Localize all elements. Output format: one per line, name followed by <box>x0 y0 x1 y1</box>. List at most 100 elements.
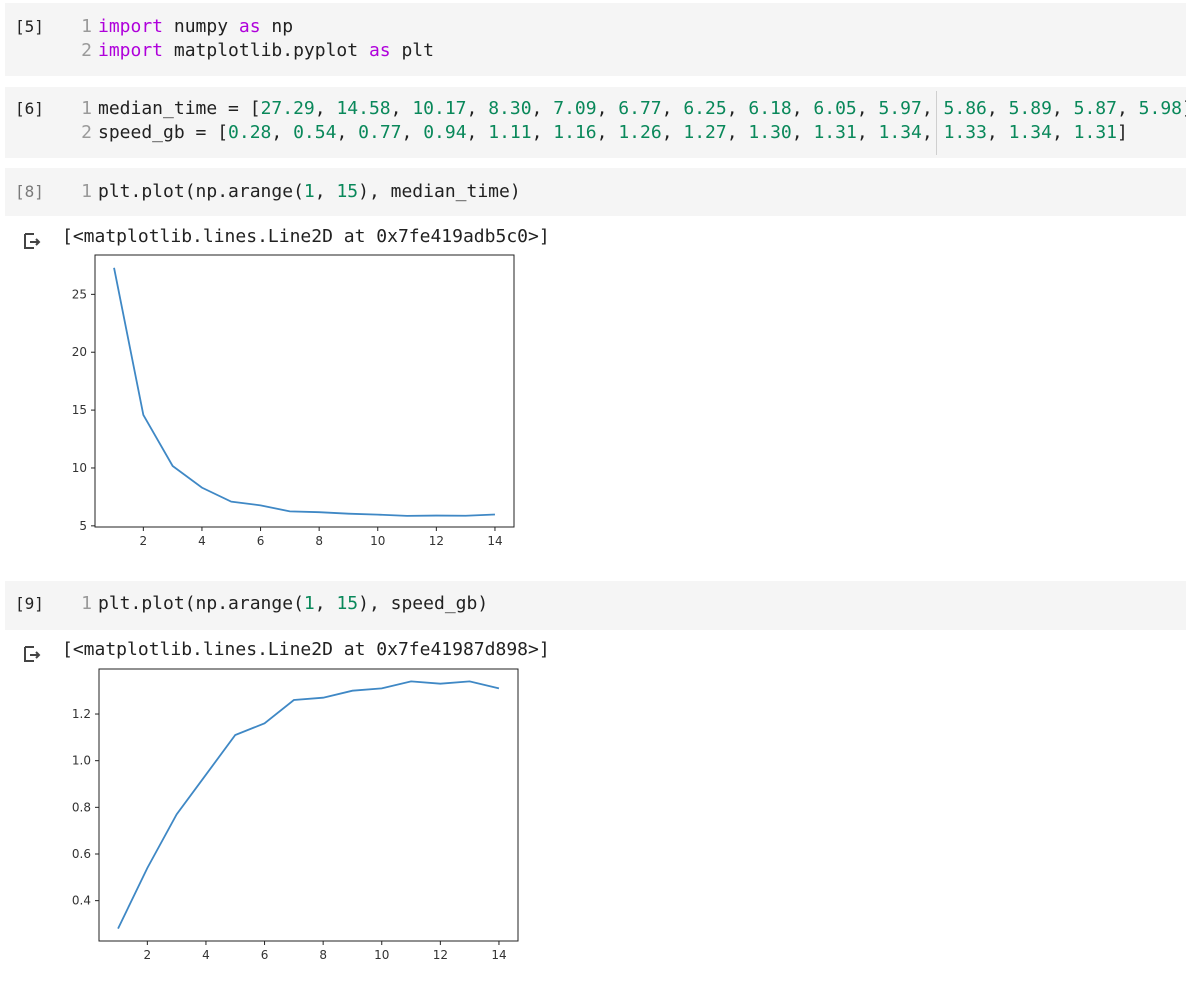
code-text: , <box>1051 122 1074 143</box>
code-text: , <box>466 98 489 119</box>
code-number: 1 <box>303 593 315 614</box>
y-tick-label: 0.4 <box>72 894 91 908</box>
line-chart-median-time: 2 4 6 8 10 12 14 5 10 15 20 25 <box>72 254 515 548</box>
code-number: 6.05 <box>813 98 857 119</box>
code-text: , <box>314 181 337 202</box>
code-number: 5.87 <box>1073 98 1117 119</box>
code-number: 27.29 <box>260 98 315 119</box>
code-text: , <box>856 122 879 143</box>
code-text: ), median_time) <box>358 181 521 202</box>
line-number: 1 <box>81 98 92 119</box>
y-tick-label: 10 <box>72 461 87 475</box>
x-tick-label: 8 <box>319 948 327 962</box>
x-tick-label: 2 <box>140 534 148 548</box>
line-chart-speed-gb: 2 4 6 8 10 12 14 0.4 0.6 0.8 1.0 1.2 <box>72 668 519 962</box>
code-number: 1.34 <box>878 122 922 143</box>
code-number: 1.11 <box>488 122 532 143</box>
cell-prompt: [5] <box>15 17 44 36</box>
x-tick-label: 4 <box>202 948 210 962</box>
code-text: ] <box>1182 97 1186 121</box>
code-text: , <box>271 122 294 143</box>
code-number: 1.31 <box>813 122 857 143</box>
code-text: , <box>1116 98 1139 119</box>
code-editor[interactable]: 1 median_time = [27.29, 14.58, 10.17, 8.3… <box>75 97 1186 145</box>
code-text: , <box>531 122 554 143</box>
line-number: 1 <box>81 593 92 614</box>
code-text: numpy <box>163 16 239 37</box>
code-text: speed_gb = [ <box>98 122 229 143</box>
code-text: , <box>921 98 944 119</box>
code-number: 0.77 <box>358 122 402 143</box>
x-tick-label: 12 <box>433 948 448 962</box>
code-text: , <box>401 122 424 143</box>
code-cell-9[interactable]: [9] 1 plt.plot(np.arange(1, 15), speed_gb… <box>5 581 1186 630</box>
y-tick-label: 1.0 <box>72 754 91 768</box>
axes-frame <box>94 254 515 528</box>
code-editor[interactable]: 1 import numpy as np 2 import matplotlib.py… <box>75 15 434 63</box>
code-number: 5.97 <box>878 98 922 119</box>
code-text: , <box>314 593 337 614</box>
code-text: plt <box>390 40 434 61</box>
code-number: 0.94 <box>423 122 467 143</box>
code-text: plt.plot(np.arange( <box>98 181 304 202</box>
output-redirect-icon[interactable] <box>20 230 42 252</box>
code-number: 1.33 <box>943 122 987 143</box>
code-number: 15 <box>336 181 359 202</box>
code-line[interactable]: 1 plt.plot(np.arange(1, 15), speed_gb) <box>75 592 488 616</box>
code-text: matplotlib.pyplot <box>163 40 369 61</box>
code-text: , <box>390 98 413 119</box>
x-tick-label: 10 <box>374 948 389 962</box>
output-redirect-icon[interactable] <box>20 643 42 665</box>
y-tick-label: 25 <box>72 287 87 301</box>
y-tick-label: 0.6 <box>72 847 91 861</box>
code-number: 0.54 <box>293 122 337 143</box>
code-line[interactable]: 1 plt.plot(np.arange(1, 15), median_time) <box>75 180 521 204</box>
code-keyword: import <box>98 16 164 37</box>
code-editor[interactable]: 1 plt.plot(np.arange(1, 15), median_time) <box>75 180 521 204</box>
x-tick-label: 6 <box>257 534 265 548</box>
y-tick-label: 0.8 <box>72 800 91 814</box>
line-number: 1 <box>81 181 92 202</box>
code-number: 0.28 <box>228 122 272 143</box>
code-number: 1.31 <box>1073 122 1118 143</box>
y-tick-label: 5 <box>79 519 87 533</box>
code-text: , <box>336 122 359 143</box>
code-text: ] <box>1117 122 1128 143</box>
code-cell-8[interactable]: [8] 1 plt.plot(np.arange(1, 15), median_t… <box>5 168 1186 216</box>
output-text: [<matplotlib.lines.Line2D at 0x7fe419adb… <box>62 226 550 247</box>
code-text: ), speed_gb) <box>358 593 489 614</box>
code-number: 1.30 <box>748 122 792 143</box>
code-number: 6.77 <box>618 98 662 119</box>
code-number: 1 <box>303 181 315 202</box>
code-text: , <box>726 122 749 143</box>
line-number: 1 <box>81 16 92 37</box>
cell-prompt: [8] <box>15 182 44 201</box>
x-tick-label: 14 <box>491 948 506 962</box>
x-tick-label: 6 <box>261 948 269 962</box>
code-cell-6[interactable]: [6] 1 median_time = [27.29, 14.58, 10.17,… <box>5 87 1186 158</box>
x-tick-label: 2 <box>144 948 152 962</box>
code-text: , <box>661 122 684 143</box>
code-line[interactable]: 2 speed_gb = [0.28, 0.54, 0.77, 0.94, 1.1… <box>75 121 1186 145</box>
code-number: 5.89 <box>1008 98 1052 119</box>
code-text: , <box>596 122 619 143</box>
code-text: plt.plot(np.arange( <box>98 593 304 614</box>
y-tick-label: 15 <box>72 403 87 417</box>
code-number: 5.86 <box>943 98 987 119</box>
code-line[interactable]: 1 median_time = [27.29, 14.58, 10.17, 8.3… <box>75 97 1186 121</box>
code-number: 15 <box>336 593 359 614</box>
code-line[interactable]: 2 import matplotlib.pyplot as plt <box>75 39 434 63</box>
code-number: 6.18 <box>748 98 792 119</box>
output-text: [<matplotlib.lines.Line2D at 0x7fe41987d… <box>62 639 550 660</box>
code-number: 1.27 <box>683 122 727 143</box>
x-tick-label: 12 <box>429 534 444 548</box>
code-cell-5[interactable]: [5] 1 import numpy as np 2 import matplotli… <box>5 3 1186 76</box>
code-number: 8.30 <box>488 98 532 119</box>
code-number: 1.16 <box>553 122 597 143</box>
code-number: 14.58 <box>336 98 391 119</box>
code-text: , <box>791 98 814 119</box>
code-editor[interactable]: 1 plt.plot(np.arange(1, 15), speed_gb) <box>75 592 488 616</box>
code-line[interactable]: 1 import numpy as np <box>75 15 434 39</box>
axes-frame <box>98 668 519 942</box>
y-tick-label: 20 <box>72 345 87 359</box>
